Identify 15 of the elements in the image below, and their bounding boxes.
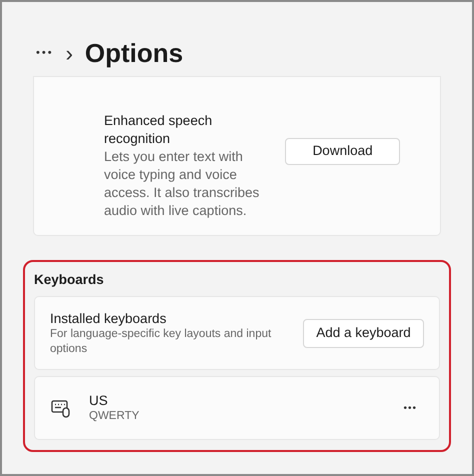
add-keyboard-button[interactable]: Add a keyboard bbox=[303, 318, 424, 348]
installed-keyboards-description: For language-specific key layouts and input options bbox=[50, 326, 272, 357]
page-title: Options bbox=[84, 36, 184, 70]
keyboard-row[interactable]: US QWERTY ••• bbox=[34, 376, 440, 440]
speech-title: Enhanced speech recognition bbox=[104, 112, 214, 148]
download-button[interactable]: Download bbox=[285, 138, 400, 164]
keyboard-icon bbox=[51, 398, 71, 418]
more-icon[interactable]: ••• bbox=[36, 44, 54, 62]
keyboard-layout: QWERTY bbox=[89, 409, 140, 424]
chevron-icon: › bbox=[66, 36, 73, 70]
installed-keyboards-title: Installed keyboards bbox=[50, 310, 168, 327]
section-heading: Keyboards bbox=[34, 271, 105, 289]
speech-description: Lets you enter text with voice typing and voice access. It also transcribes audio with live captions. bbox=[104, 148, 260, 220]
keyboard-name: US bbox=[89, 392, 109, 410]
more-button[interactable]: ••• bbox=[403, 400, 417, 416]
